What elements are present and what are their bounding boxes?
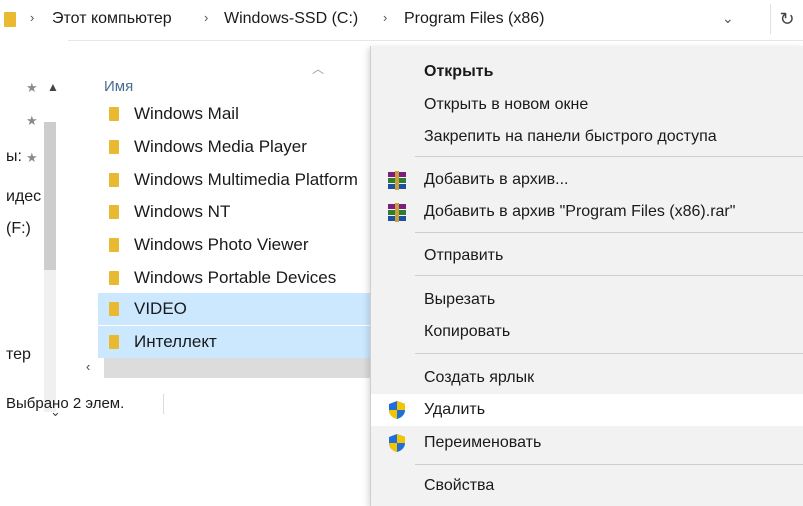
file-name: Windows Portable Devices [134, 268, 337, 287]
refresh-button[interactable]: ↻ [770, 4, 803, 34]
winrar-icon [387, 202, 407, 222]
folder-icon [109, 238, 119, 252]
file-name: Windows Mail [134, 104, 239, 123]
breadcrumb-windows-ssd[interactable]: Windows-SSD (C:) [224, 10, 358, 28]
menu-item-create-shortcut[interactable]: Создать ярлык [371, 362, 803, 394]
menu-item-label: Добавить в архив "Program Files (x86).ra… [424, 203, 736, 220]
nav-scroll-up-icon[interactable]: ▲ [47, 80, 59, 94]
menu-item-label: Создать ярлык [424, 369, 535, 386]
breadcrumb-separator-icon: › [383, 10, 388, 25]
horizontal-scrollbar-thumb[interactable] [104, 358, 398, 378]
uac-shield-icon [389, 434, 405, 452]
address-dropdown-icon[interactable]: ⌄ [722, 10, 734, 27]
breadcrumb-separator-icon: › [204, 10, 209, 25]
menu-item-delete[interactable]: Удалить [371, 394, 803, 426]
sort-ascending-icon: ︿ [312, 62, 325, 76]
menu-item-cut[interactable]: Вырезать [371, 284, 803, 316]
menu-item-send-to[interactable]: Отправить [371, 240, 803, 272]
menu-item-rename[interactable]: Переименовать [371, 427, 803, 459]
nav-item-drive-f[interactable]: (F:) [6, 220, 31, 238]
menu-item-label: Закрепить на панели быстрого доступа [424, 128, 717, 145]
winrar-icon [387, 170, 407, 190]
file-name: Интеллект [134, 332, 217, 351]
pin-icon[interactable]: ★ [26, 150, 38, 166]
menu-item-label: Открыть [424, 63, 494, 80]
status-selection-count: Выбрано 2 элем. [6, 395, 125, 412]
file-list: ︿ Имя Windows Mail Windows Media Player … [68, 40, 400, 380]
file-row[interactable]: Windows Photo Viewer [98, 229, 400, 261]
nav-item-quick-access[interactable]: ы: [6, 148, 22, 166]
breadcrumb-separator-icon: › [30, 10, 35, 25]
folder-icon [109, 140, 119, 154]
folder-icon [109, 302, 119, 316]
column-header-name[interactable]: Имя [104, 78, 133, 95]
folder-icon [109, 205, 119, 219]
file-row[interactable]: Windows Media Player [98, 131, 400, 163]
nav-scrollbar-thumb[interactable] [44, 122, 56, 270]
folder-icon [4, 12, 16, 27]
menu-item-label: Добавить в архив... [424, 171, 569, 188]
menu-item-open[interactable]: Открыть [371, 56, 803, 88]
menu-item-label: Копировать [424, 323, 511, 340]
menu-separator [415, 275, 803, 276]
file-row-selected[interactable]: Интеллект [98, 326, 400, 358]
file-row[interactable]: Windows Multimedia Platform [98, 164, 400, 196]
menu-item-label: Открыть в новом окне [424, 96, 589, 113]
status-divider [163, 394, 164, 414]
refresh-icon: ↻ [779, 9, 795, 29]
menu-separator [415, 156, 803, 157]
pin-icon[interactable]: ★ [26, 113, 38, 129]
menu-item-label: Удалить [424, 401, 486, 418]
menu-item-add-to-rar[interactable]: Добавить в архив "Program Files (x86).ra… [371, 196, 803, 228]
uac-shield-icon [389, 401, 405, 419]
menu-item-label: Свойства [424, 477, 495, 494]
file-row[interactable]: Windows Portable Devices [98, 262, 400, 294]
file-name: Windows Media Player [134, 137, 307, 156]
menu-item-copy[interactable]: Копировать [371, 316, 803, 348]
breadcrumb-program-files-x86[interactable]: Program Files (x86) [404, 10, 544, 28]
folder-icon [109, 173, 119, 187]
menu-item-label: Отправить [424, 247, 504, 264]
file-name: Windows Multimedia Platform [134, 170, 358, 189]
menu-item-label: Вырезать [424, 291, 496, 308]
file-name: VIDEO [134, 299, 187, 318]
navigation-pane: ★ ★ ★ ▲ ы: идес (F:) тер ⌄ [0, 40, 68, 419]
menu-item-pin-quick-access[interactable]: Закрепить на панели быстрого доступа [371, 121, 803, 153]
file-name: Windows Photo Viewer [134, 235, 309, 254]
menu-item-properties[interactable]: Свойства [371, 470, 803, 502]
menu-item-open-new-window[interactable]: Открыть в новом окне [371, 89, 803, 121]
nav-item-computer[interactable]: тер [6, 346, 31, 364]
file-row[interactable]: Windows Mail [98, 98, 400, 130]
folder-icon [109, 107, 119, 121]
menu-separator [415, 464, 803, 465]
pin-icon[interactable]: ★ [26, 80, 38, 96]
file-row[interactable]: Windows NT [98, 196, 400, 228]
file-row-selected[interactable]: VIDEO [98, 293, 400, 325]
breadcrumb-this-pc[interactable]: Этот компьютер [52, 10, 172, 28]
address-bar[interactable]: › Этот компьютер › Windows-SSD (C:) › Pr… [0, 0, 803, 41]
file-name: Windows NT [134, 202, 231, 221]
context-menu: Открыть Открыть в новом окне Закрепить н… [370, 46, 803, 506]
menu-separator [415, 232, 803, 233]
menu-separator [415, 353, 803, 354]
folder-icon [109, 335, 119, 349]
scroll-left-icon[interactable]: ‹ [86, 359, 90, 374]
nav-item-video[interactable]: идес [6, 188, 41, 206]
menu-item-label: Переименовать [424, 434, 542, 451]
menu-item-add-to-archive[interactable]: Добавить в архив... [371, 164, 803, 196]
folder-icon [109, 271, 119, 285]
